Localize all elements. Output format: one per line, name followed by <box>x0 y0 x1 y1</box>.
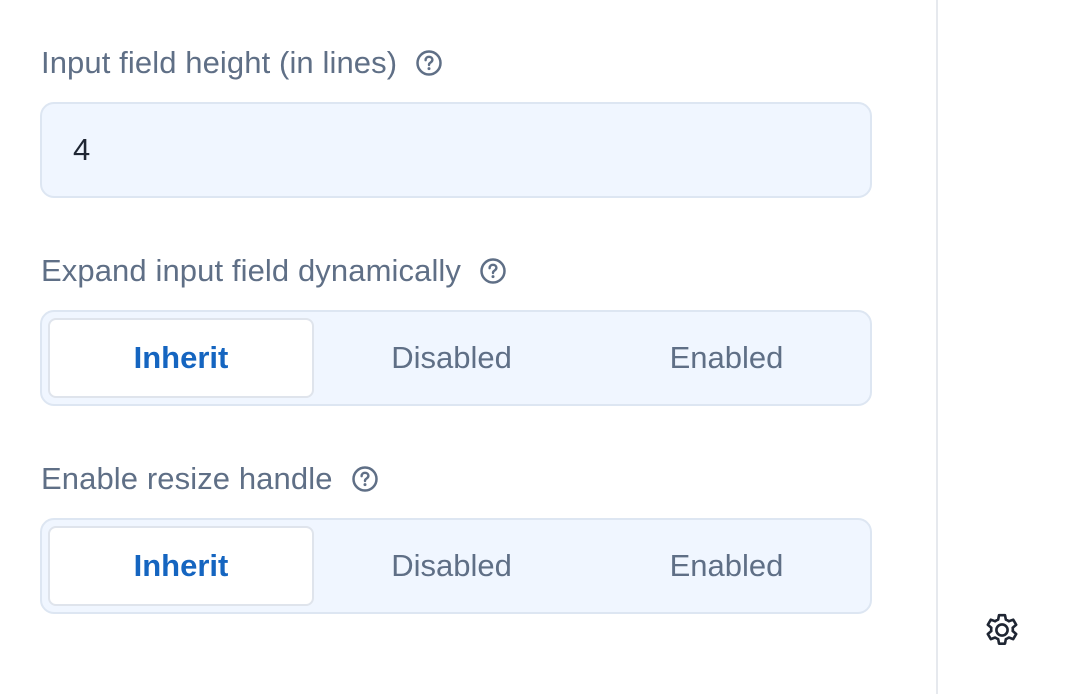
gear-icon[interactable] <box>981 609 1023 651</box>
expand-option-inherit[interactable]: Inherit <box>48 318 314 398</box>
resize-handle-label-row: Enable resize handle <box>41 459 379 499</box>
settings-page: Input field height (in lines) Expand inp… <box>0 0 1066 694</box>
help-circle-icon[interactable] <box>479 257 507 285</box>
input-height-label: Input field height (in lines) <box>41 45 398 80</box>
resize-option-disabled[interactable]: Disabled <box>314 526 589 606</box>
resize-handle-segmented-control: Inherit Disabled Enabled <box>40 518 872 614</box>
resize-option-enabled[interactable]: Enabled <box>589 526 864 606</box>
expand-dynamic-label-row: Expand input field dynamically <box>41 251 507 291</box>
expand-option-enabled[interactable]: Enabled <box>589 318 864 398</box>
expand-dynamic-label: Expand input field dynamically <box>41 253 462 288</box>
input-height-field[interactable] <box>40 102 872 198</box>
settings-panel: Input field height (in lines) Expand inp… <box>0 0 936 694</box>
expand-option-disabled[interactable]: Disabled <box>314 318 589 398</box>
resize-option-inherit[interactable]: Inherit <box>48 526 314 606</box>
help-circle-icon[interactable] <box>415 49 443 77</box>
expand-dynamic-segmented-control: Inherit Disabled Enabled <box>40 310 872 406</box>
resize-handle-label: Enable resize handle <box>41 461 333 496</box>
input-height-label-row: Input field height (in lines) <box>41 43 443 83</box>
right-sidebar <box>936 0 1066 694</box>
help-circle-icon[interactable] <box>351 465 379 493</box>
